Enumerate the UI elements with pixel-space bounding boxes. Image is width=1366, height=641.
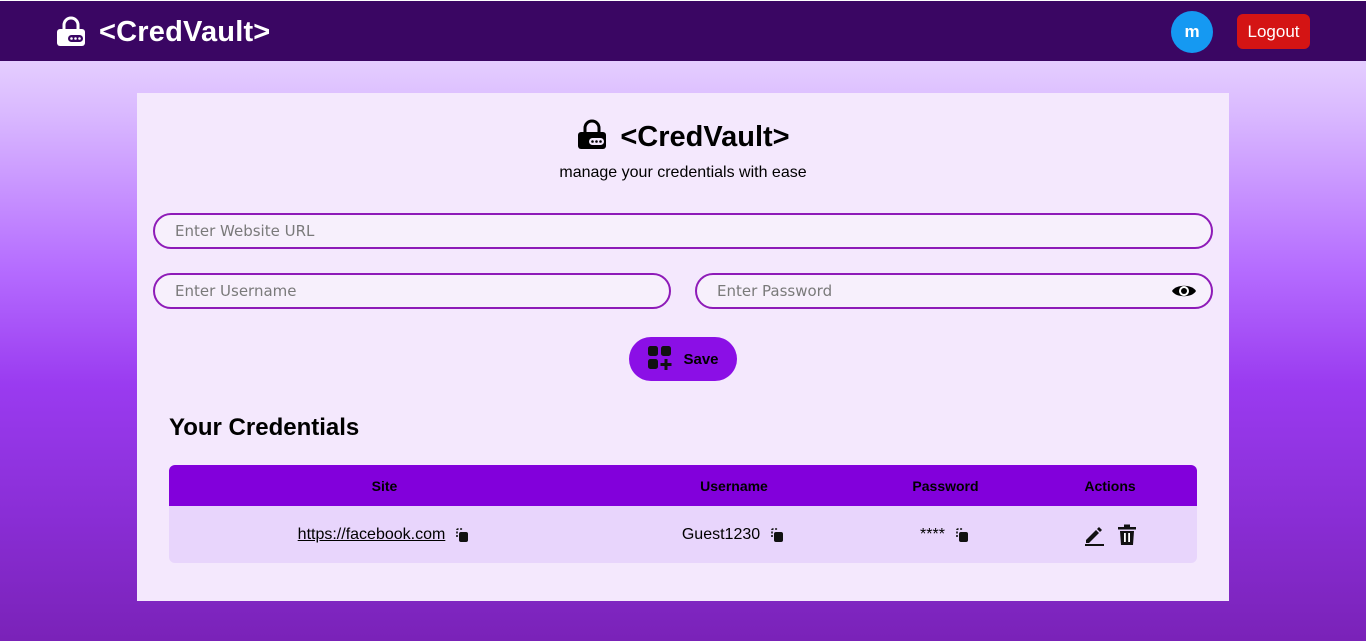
copy-icon[interactable] xyxy=(768,526,786,544)
add-grid-icon xyxy=(647,345,673,374)
lock-icon xyxy=(576,119,608,156)
trash-icon[interactable] xyxy=(1117,524,1137,546)
page-title: <CredVault> xyxy=(620,121,790,153)
website-url-field[interactable] xyxy=(153,213,1213,249)
lock-icon xyxy=(55,16,87,48)
vault-card: <CredVault> manage your credentials with… xyxy=(137,93,1229,601)
username-value: Guest1230 xyxy=(681,525,761,543)
credentials-heading: Your Credentials xyxy=(169,414,360,441)
site-link[interactable]: https://facebook.com xyxy=(298,526,446,544)
copy-icon[interactable] xyxy=(953,526,971,544)
password-input[interactable] xyxy=(717,282,1171,300)
website-url-input[interactable] xyxy=(175,222,1197,240)
password-value: **** xyxy=(920,525,945,543)
username-input[interactable] xyxy=(175,282,655,300)
save-button[interactable]: Save xyxy=(629,337,737,381)
password-cell: **** xyxy=(868,526,1023,544)
table-row: https://facebook.com Guest1230 **** xyxy=(169,506,1197,563)
logout-button[interactable]: Logout xyxy=(1237,14,1310,49)
nav-brand[interactable]: <CredVault> xyxy=(55,15,270,49)
hero-header: <CredVault> xyxy=(137,119,1229,156)
nav-brand-title: <CredVault> xyxy=(99,15,271,48)
avatar[interactable]: m xyxy=(1171,11,1213,53)
column-header-site: Site xyxy=(371,477,398,494)
actions-cell xyxy=(1023,524,1197,546)
edit-icon[interactable] xyxy=(1083,524,1105,546)
navbar: <CredVault> m Logout xyxy=(0,0,1366,61)
column-header-username: Username xyxy=(700,477,768,494)
save-button-label: Save xyxy=(683,350,719,368)
eye-icon[interactable] xyxy=(1171,282,1197,300)
page-subtitle: manage your credentials with ease xyxy=(559,164,807,181)
password-field[interactable] xyxy=(695,273,1213,309)
column-header-actions: Actions xyxy=(1084,477,1136,494)
copy-icon[interactable] xyxy=(453,526,471,544)
username-cell: Guest1230 xyxy=(600,526,868,544)
credentials-table: Site Username Password Actions https://f… xyxy=(169,465,1197,563)
username-field[interactable] xyxy=(153,273,671,309)
table-header: Site Username Password Actions xyxy=(169,465,1197,506)
column-header-password: Password xyxy=(912,477,979,494)
site-cell: https://facebook.com xyxy=(169,526,600,544)
